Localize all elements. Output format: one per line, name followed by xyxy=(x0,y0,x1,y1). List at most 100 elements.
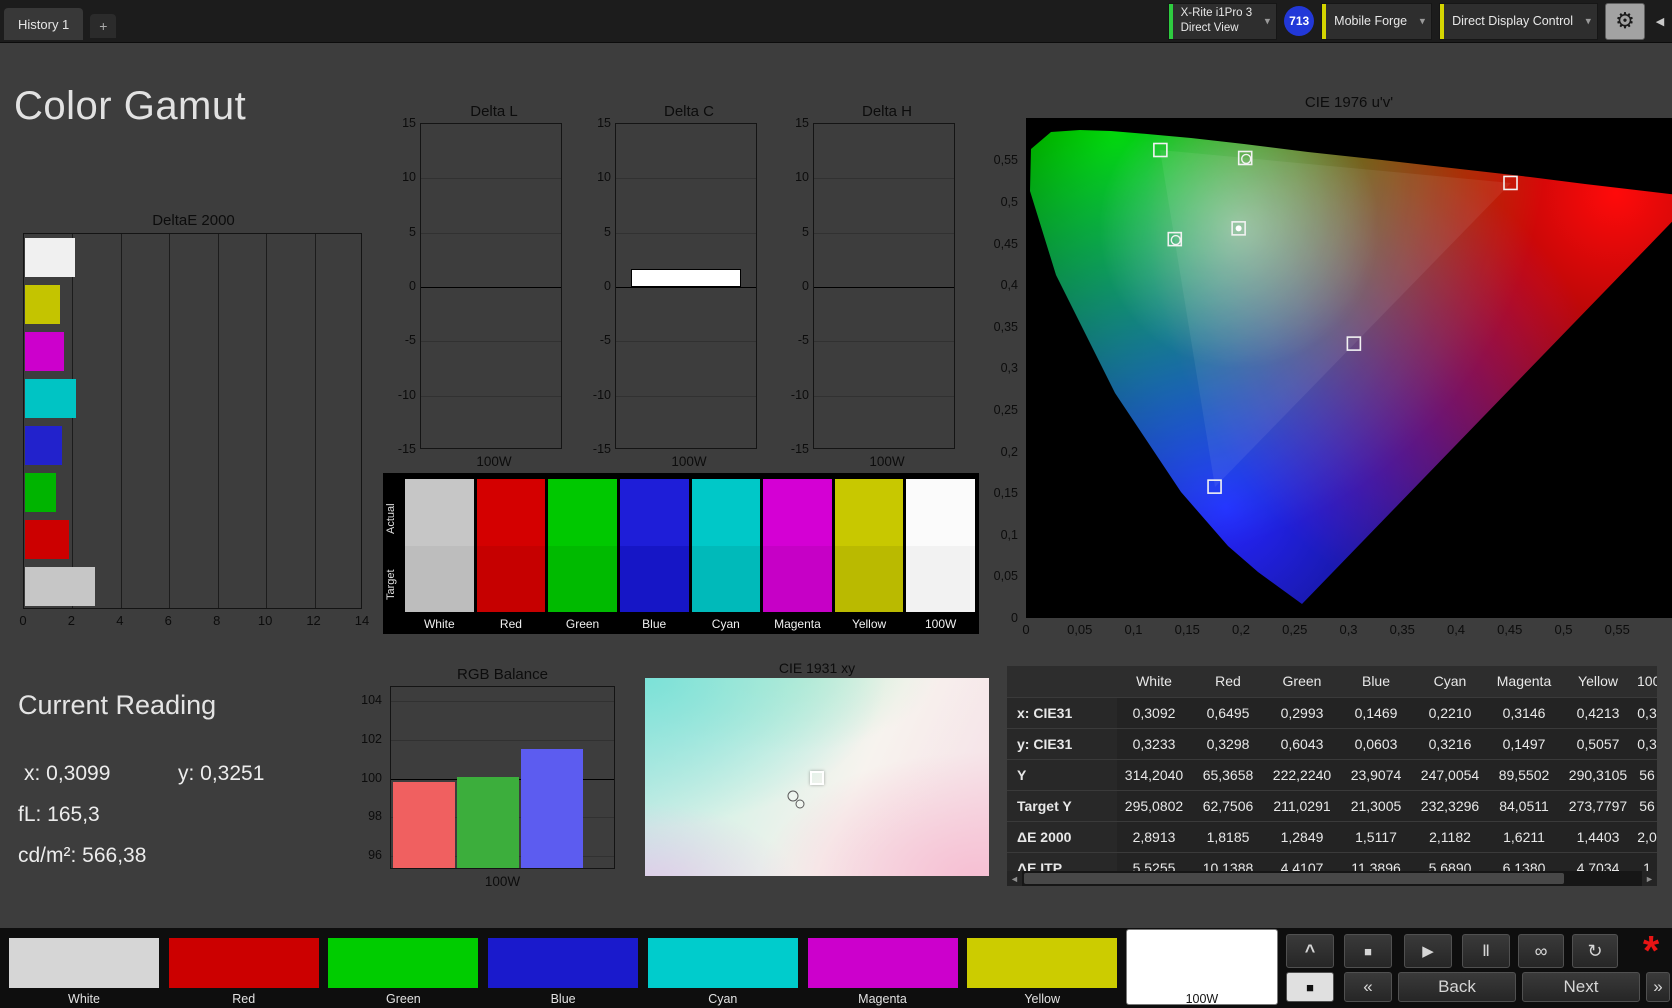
cie1976-xtick-label: 0,4 xyxy=(1446,622,1466,637)
scroll-left-arrow-icon[interactable]: ◄ xyxy=(1007,871,1022,886)
rgb-balance-ylabels: 104 102 100 98 96 xyxy=(352,686,386,869)
display-control-selector[interactable]: Direct Display Control ▾ xyxy=(1439,2,1598,40)
delta-c-ytick-label: -15 xyxy=(592,442,611,456)
next-button-label: Next xyxy=(1563,977,1599,996)
skip-back-button[interactable]: « xyxy=(1344,972,1392,1002)
delta-h-chart-title: Delta H xyxy=(861,103,913,120)
tab-history-1[interactable]: History 1 xyxy=(4,8,84,40)
table-row: Target Y 295,0802 62,7506 211,0291 21,3005 23… xyxy=(1007,790,1657,822)
swatch-label: 100W xyxy=(925,617,957,631)
source-selector[interactable]: Mobile Forge ▾ xyxy=(1321,2,1433,40)
pause-button[interactable]: Ⅱ xyxy=(1462,934,1510,968)
pattern-button-cyan[interactable]: Cyan xyxy=(647,930,798,1006)
pattern-button-red[interactable]: Red xyxy=(168,930,319,1006)
collapse-panel-button[interactable]: ◀ xyxy=(1652,3,1668,40)
cie1976-diagram xyxy=(1030,130,1672,604)
cie1976-xtick-label: 0,5 xyxy=(1554,622,1573,637)
table-cell: 0,0603 xyxy=(1339,728,1413,760)
pattern-button-yellow[interactable]: Yellow xyxy=(967,930,1118,1006)
row-label: ΔE 2000 xyxy=(1007,821,1117,853)
cie1976-xtick-label: 0 xyxy=(1022,622,1030,637)
table-cell: 2,1182 xyxy=(1413,821,1487,853)
deltae-plot xyxy=(23,233,362,609)
cie1976-ytick-label: 0,05 xyxy=(993,569,1018,584)
table-cell: 222,2240 xyxy=(1265,759,1339,791)
cie1976-xtick-label: 0,45 xyxy=(1497,622,1523,637)
actual-swatch xyxy=(906,479,975,546)
cie1976-yticks: 0,55 0,5 0,45 0,4 0,35 0,3 0,25 0,2 0,15 0,1 0,05 0 xyxy=(978,118,1022,625)
gear-icon: ⚙ xyxy=(1615,8,1635,33)
back-button[interactable]: Back xyxy=(1398,972,1516,1002)
table-cell: 1,5117 xyxy=(1339,821,1413,853)
target-swatch xyxy=(405,546,474,612)
table-cell: 56 xyxy=(1635,759,1657,791)
column-header-yellow: Yellow xyxy=(1561,666,1635,698)
current-reading-title: Current Reading xyxy=(18,690,217,720)
chevron-down-icon[interactable]: ▾ xyxy=(1420,15,1426,28)
table-cell: 56 xyxy=(1635,790,1657,822)
double-right-chevron-icon: » xyxy=(1653,977,1663,996)
actual-swatch xyxy=(619,479,689,546)
next-button[interactable]: Next xyxy=(1522,972,1640,1002)
continuous-button[interactable]: ∞ xyxy=(1518,934,1564,968)
deltae2000-chart-title: DeltaE 2000 xyxy=(152,212,235,229)
target-swatch xyxy=(476,546,546,612)
results-panel: WhiteRedGreenBlueCyanMagentaYellow100Wx:… xyxy=(1007,666,1657,886)
back-button-label: Back xyxy=(1438,977,1476,996)
column-header-white: White xyxy=(1117,666,1191,698)
cie1976-xtick-label: 0,05 xyxy=(1067,622,1093,637)
rgb-bar-blue xyxy=(521,749,583,868)
rgb-bar-green xyxy=(457,776,519,868)
scrollbar-thumb[interactable] xyxy=(1024,873,1564,884)
delta-l-ytick-label: -15 xyxy=(397,442,416,456)
meter-selector[interactable]: X-Rite i1Pro 3 Direct View ▾ xyxy=(1167,2,1278,40)
calman-color-gamut-app: History 1 + X-Rite i1Pro 3 Direct View ▾… xyxy=(0,0,1672,1008)
column-header-blue: Blue xyxy=(1339,666,1413,698)
delta-c-bar xyxy=(631,268,741,287)
delta-c-ytick-label: 15 xyxy=(597,116,611,130)
table-cell: 0,4213 xyxy=(1561,697,1635,729)
skip-forward-button[interactable]: » xyxy=(1646,972,1670,1002)
refresh-button[interactable]: ↻ xyxy=(1572,934,1618,968)
table-horizontal-scrollbar[interactable]: ◄ ► xyxy=(1007,871,1657,886)
play-button[interactable]: ▶ xyxy=(1404,934,1452,968)
read-flag-button[interactable]: * xyxy=(1630,928,1672,974)
delta-c-gridline xyxy=(616,341,756,343)
stop-button[interactable]: ■ xyxy=(1344,934,1392,968)
deltae-xtick-label: 12 xyxy=(306,613,321,628)
pattern-label: Red xyxy=(232,992,256,1006)
cie1976-xtick-label: 0,35 xyxy=(1389,622,1415,637)
reading-x: x: 0,3099 xyxy=(24,762,111,785)
rgb-ytick-label: 102 xyxy=(361,731,382,746)
refresh-icon: ↻ xyxy=(1587,940,1603,961)
pattern-button-green[interactable]: Green xyxy=(328,930,479,1006)
table-cell: 247,0054 xyxy=(1413,759,1487,791)
add-tab-button[interactable]: + xyxy=(90,14,117,38)
target-swatch xyxy=(691,546,761,612)
infinity-icon: ∞ xyxy=(1534,940,1548,961)
column-header xyxy=(1007,666,1117,698)
delta-c-ylabels: 15 10 5 0 -5 -10 -15 xyxy=(585,116,615,456)
swatch-column-magenta: Magenta xyxy=(763,479,832,634)
deltae-xtick-label: 2 xyxy=(67,613,76,628)
delta-c-gridline xyxy=(616,287,756,288)
pattern-button-100w[interactable]: 100W xyxy=(1126,930,1277,1006)
pattern-button-magenta[interactable]: Magenta xyxy=(807,930,958,1006)
actual-row-label: Actual xyxy=(385,503,397,534)
up-chevron-button[interactable]: ^ xyxy=(1286,934,1334,968)
pattern-window-button[interactable]: ■ xyxy=(1286,972,1334,1002)
chevron-down-icon[interactable]: ▾ xyxy=(1265,15,1271,28)
chevron-down-icon[interactable]: ▾ xyxy=(1585,15,1591,28)
target-swatch xyxy=(619,546,689,612)
scroll-right-arrow-icon[interactable]: ► xyxy=(1642,871,1657,886)
meter-count-badge: 713 xyxy=(1284,6,1315,36)
scrollbar-track[interactable] xyxy=(1022,871,1642,886)
pattern-button-white[interactable]: White xyxy=(9,930,159,1006)
pattern-button-blue[interactable]: Blue xyxy=(488,930,639,1006)
top-bar: History 1 + X-Rite i1Pro 3 Direct View ▾… xyxy=(0,0,1672,43)
cie1976-xtick-label: 0,15 xyxy=(1174,622,1200,637)
delta-l-ytick-label: -5 xyxy=(404,333,416,348)
stop-icon: ■ xyxy=(1364,943,1372,959)
deltae-bar-cyan xyxy=(25,379,77,418)
settings-button[interactable]: ⚙ xyxy=(1605,2,1645,40)
